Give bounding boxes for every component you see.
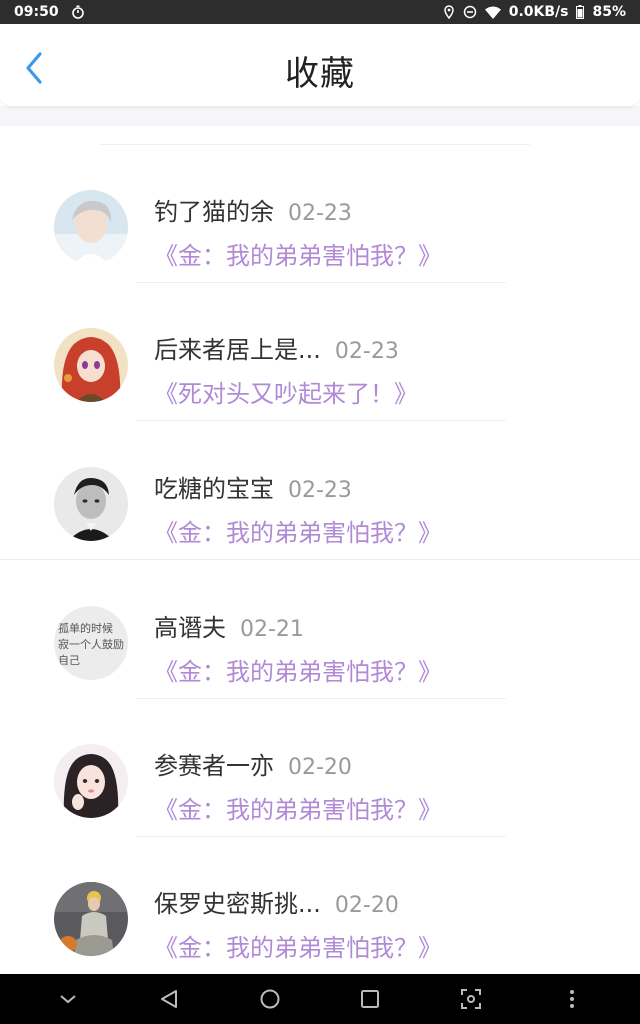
favorite-item[interactable]: 孤单的时候 寂一个人鼓励 自己 高谮夫 02-21 《金：我的弟弟害怕我？》: [0, 566, 640, 699]
favorite-author: 保罗史密斯挑... 02-20: [154, 884, 399, 919]
favorite-item[interactable]: 保罗史密斯挑... 02-20 《金：我的弟弟害怕我？》: [0, 842, 640, 972]
avatar[interactable]: 孤单的时候 寂一个人鼓励 自己: [54, 606, 128, 680]
divider: [100, 144, 530, 145]
favorite-date: 02-23: [288, 201, 352, 226]
avatar[interactable]: [54, 467, 128, 541]
more-vertical-icon[interactable]: [547, 974, 597, 1024]
status-time: 09:50: [14, 4, 59, 20]
favorite-item[interactable]: 参赛者一亦 02-20 《金：我的弟弟害怕我？》: [0, 704, 640, 837]
favorite-author: 钓了猫的余 02-23: [154, 192, 352, 227]
screen: 09:50 0.0KB/s 85% 收藏 钓了猫的余 02-23 《金：我的弟弟…: [0, 0, 640, 1024]
header-band: [0, 106, 640, 126]
divider: [136, 420, 506, 421]
network-speed: 0.0KB/s: [508, 4, 569, 20]
divider: [136, 836, 506, 837]
favorite-post-title[interactable]: 《金：我的弟弟害怕我？》: [154, 513, 442, 548]
favorite-post-title[interactable]: 《金：我的弟弟害怕我？》: [154, 928, 442, 963]
favorite-date: 02-23: [288, 478, 352, 503]
favorite-post-title[interactable]: 《金：我的弟弟害怕我？》: [154, 790, 442, 825]
divider: [0, 559, 640, 560]
favorite-item[interactable]: 钓了猫的余 02-23 《金：我的弟弟害怕我？》: [0, 150, 640, 283]
page-title: 收藏: [285, 54, 355, 94]
favorite-date: 02-20: [334, 893, 399, 918]
recents-square-icon[interactable]: [345, 974, 395, 1024]
stopwatch-icon: [71, 5, 85, 19]
author-name: 吃糖的宝宝: [154, 475, 274, 503]
favorite-date: 02-23: [334, 339, 399, 364]
favorite-author: 吃糖的宝宝 02-23: [154, 469, 352, 504]
svg-text:自己: 自己: [58, 654, 80, 667]
home-circle-icon[interactable]: [245, 974, 295, 1024]
battery-icon: [576, 5, 585, 19]
favorite-author: 参赛者一亦 02-20: [154, 746, 352, 781]
author-name: 后来者居上是...: [154, 336, 321, 364]
svg-text:寂一个人鼓励: 寂一个人鼓励: [58, 637, 124, 651]
navigation-bar: [0, 974, 640, 1024]
author-name: 保罗史密斯挑...: [154, 890, 321, 918]
location-icon: [443, 5, 455, 19]
divider: [136, 282, 506, 283]
status-bar: 09:50 0.0KB/s 85%: [0, 0, 640, 24]
avatar[interactable]: [54, 882, 128, 956]
chevron-down-icon[interactable]: [43, 974, 93, 1024]
avatar[interactable]: [54, 328, 128, 402]
favorite-post-title[interactable]: 《金：我的弟弟害怕我？》: [154, 652, 442, 687]
favorite-author: 后来者居上是... 02-23: [154, 330, 399, 365]
favorite-item[interactable]: 后来者居上是... 02-23 《死对头又吵起来了！》: [0, 288, 640, 421]
wifi-icon: [484, 6, 501, 19]
avatar[interactable]: [54, 190, 128, 264]
scan-icon[interactable]: [446, 974, 496, 1024]
avatar[interactable]: [54, 744, 128, 818]
favorite-date: 02-20: [288, 755, 352, 780]
svg-text:孤单的时候: 孤单的时候: [58, 621, 113, 635]
battery-level: 85%: [592, 4, 626, 20]
divider: [136, 698, 506, 699]
author-name: 钓了猫的余: [154, 198, 274, 226]
favorite-post-title[interactable]: 《金：我的弟弟害怕我？》: [154, 236, 442, 271]
author-name: 参赛者一亦: [154, 752, 274, 780]
author-name: 高谮夫: [154, 614, 226, 642]
back-triangle-icon[interactable]: [144, 974, 194, 1024]
header: 收藏: [0, 24, 640, 106]
favorite-post-title[interactable]: 《死对头又吵起来了！》: [154, 374, 418, 409]
favorite-author: 高谮夫 02-21: [154, 608, 304, 643]
favorite-item[interactable]: 吃糖的宝宝 02-23 《金：我的弟弟害怕我？》: [0, 427, 640, 557]
favorite-date: 02-21: [240, 617, 304, 642]
do-not-disturb-icon: [463, 5, 477, 19]
